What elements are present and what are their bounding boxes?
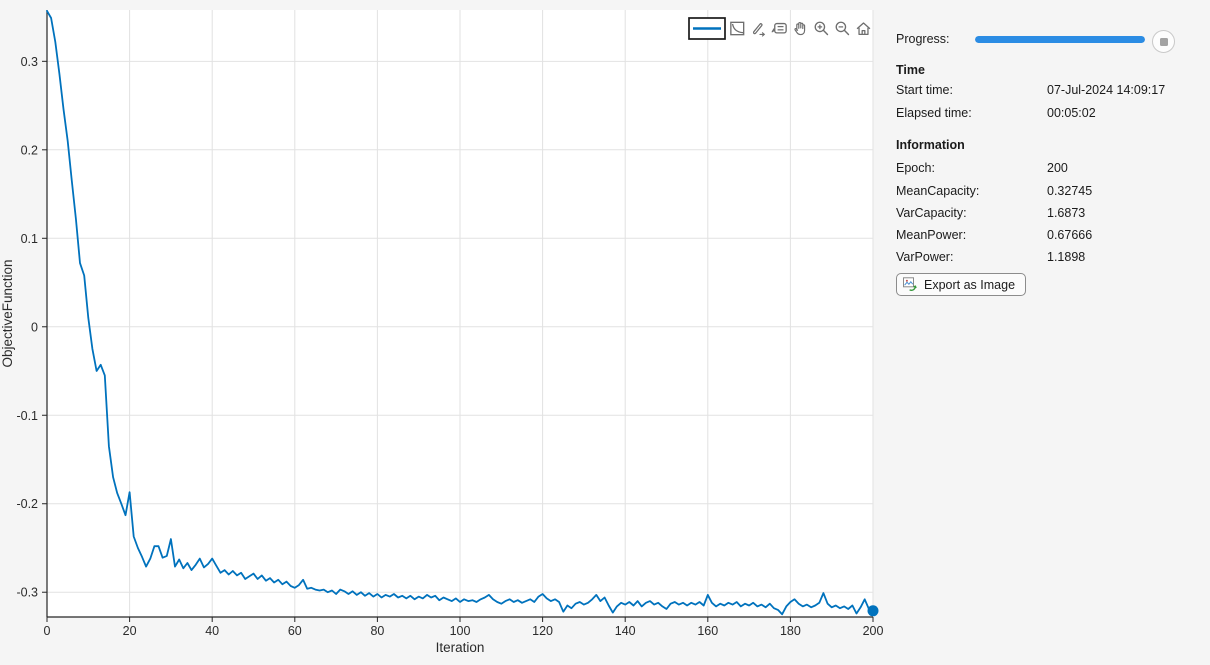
log-scale-toggle-button[interactable]: [728, 19, 747, 38]
log-scale-icon: [730, 21, 745, 36]
zoom-out-icon: [835, 21, 850, 36]
svg-text:-0.1: -0.1: [16, 409, 38, 423]
export-as-image-button[interactable]: Export as Image: [896, 273, 1027, 296]
data-tips-button[interactable]: [770, 19, 789, 38]
information-section-title: Information: [896, 138, 965, 152]
pan-hand-icon: [794, 22, 806, 36]
zoom-in-icon: [814, 21, 829, 36]
home-icon: [856, 22, 871, 36]
var-power-value: 1.1898: [1047, 250, 1086, 264]
mean-capacity-label: MeanCapacity:: [896, 184, 980, 198]
svg-text:ObjectiveFunction: ObjectiveFunction: [0, 259, 15, 367]
progress-bar-fill: [975, 36, 1145, 43]
svg-text:0.3: 0.3: [21, 55, 38, 69]
mean-power-value: 0.67666: [1047, 228, 1093, 242]
line-sample-icon: [688, 17, 726, 40]
svg-text:-0.3: -0.3: [16, 586, 38, 600]
mean-power-label: MeanPower:: [896, 228, 967, 242]
line-display-toggle-button[interactable]: [688, 17, 726, 40]
export-button-label: Export as Image: [924, 277, 1016, 292]
svg-text:180: 180: [780, 624, 801, 638]
start-time-label: Start time:: [896, 83, 953, 97]
svg-text:140: 140: [615, 624, 636, 638]
progress-label: Progress:: [896, 32, 950, 46]
svg-text:100: 100: [450, 624, 471, 638]
svg-text:-0.2: -0.2: [16, 497, 38, 511]
svg-text:0.2: 0.2: [21, 143, 38, 157]
svg-text:0: 0: [44, 624, 51, 638]
svg-text:0.1: 0.1: [21, 232, 38, 246]
brush-data-button[interactable]: [749, 19, 768, 38]
progress-bar: [975, 36, 1145, 43]
elapsed-time-value: 00:05:02: [1047, 106, 1096, 120]
time-section-title: Time: [896, 63, 925, 77]
zoom-out-button[interactable]: [833, 19, 852, 38]
epoch-value: 200: [1047, 161, 1068, 175]
start-time-value: 07-Jul-2024 14:09:17: [1047, 83, 1166, 97]
stop-button[interactable]: [1152, 30, 1175, 53]
svg-text:80: 80: [370, 624, 384, 638]
export-image-icon: [903, 277, 917, 291]
data-tips-icon: [771, 22, 787, 34]
svg-text:40: 40: [205, 624, 219, 638]
restore-view-button[interactable]: [854, 19, 873, 38]
stop-icon: [1159, 37, 1168, 46]
svg-text:0: 0: [31, 320, 38, 334]
var-power-label: VarPower:: [896, 250, 954, 264]
svg-text:60: 60: [288, 624, 302, 638]
zoom-in-button[interactable]: [812, 19, 831, 38]
svg-text:120: 120: [532, 624, 553, 638]
pan-button[interactable]: [791, 19, 810, 38]
objective-function-chart: 0 20 40 60 80 100 120 140 160 180 200 -0.3 -0.2 -0.1 0…: [0, 9, 884, 655]
axes-toolbar: [688, 17, 873, 40]
details-panel: Progress: Time Start time: 07-Jul-2024 1…: [896, 0, 1206, 665]
training-progress-monitor-window: 0 20 40 60 80 100 120 140 160 180 200 -0.3 -0.2 -0.1 0…: [0, 0, 1210, 665]
svg-text:20: 20: [123, 624, 137, 638]
elapsed-time-label: Elapsed time:: [896, 106, 972, 120]
epoch-label: Epoch:: [896, 161, 935, 175]
svg-text:160: 160: [697, 624, 718, 638]
svg-text:200: 200: [863, 624, 884, 638]
var-capacity-label: VarCapacity:: [896, 206, 967, 220]
var-capacity-value: 1.6873: [1047, 206, 1086, 220]
svg-text:Iteration: Iteration: [436, 640, 485, 655]
brush-icon: [752, 23, 766, 37]
mean-capacity-value: 0.32745: [1047, 184, 1093, 198]
